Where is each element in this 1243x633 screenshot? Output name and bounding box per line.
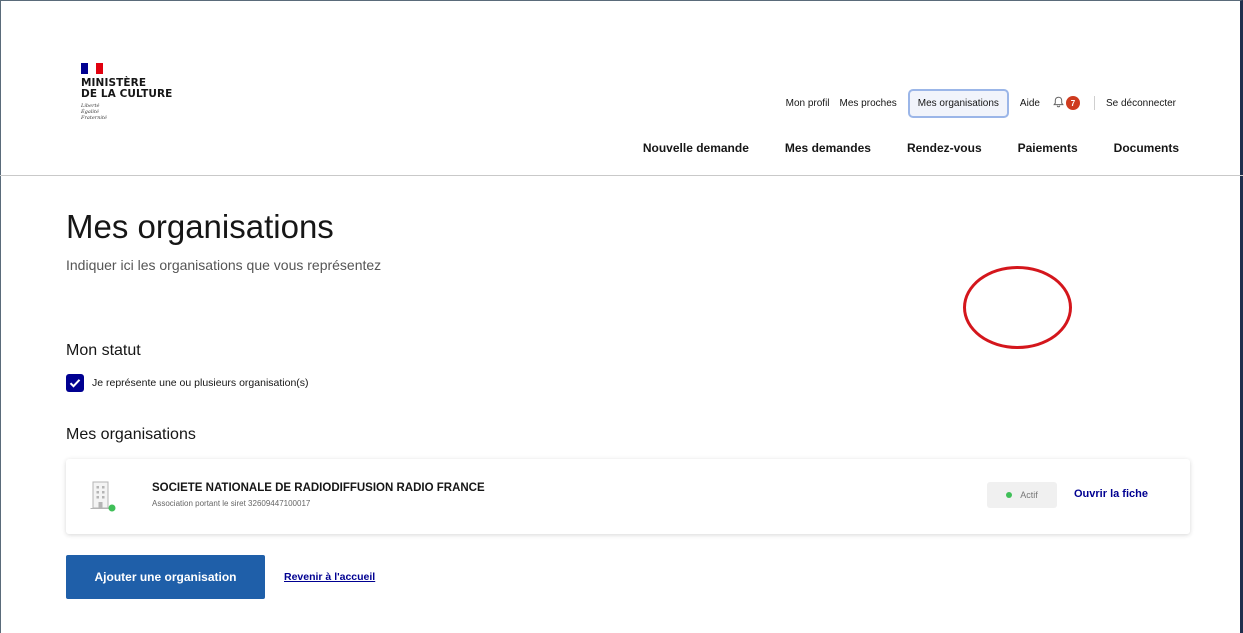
- add-organisation-button[interactable]: Ajouter une organisation: [66, 555, 265, 599]
- status-badge-label: Actif: [1020, 490, 1038, 500]
- top-navigation: Mon profil Mes proches Mes organisations…: [781, 88, 1181, 118]
- ministry-logo[interactable]: MINISTÈRE DE LA CULTURE Liberté Égalité …: [81, 63, 172, 121]
- active-status-dot-icon: [1006, 492, 1013, 498]
- represent-organisation-checkbox[interactable]: [66, 374, 84, 392]
- site-header: MINISTÈRE DE LA CULTURE Liberté Égalité …: [0, 0, 1243, 176]
- nav-documents[interactable]: Documents: [1114, 141, 1179, 155]
- back-to-home-link[interactable]: Revenir à l'accueil: [284, 571, 375, 583]
- nav-payments[interactable]: Paiements: [1018, 141, 1078, 155]
- nav-new-request[interactable]: Nouvelle demande: [643, 141, 749, 155]
- nav-separator: [1093, 96, 1095, 110]
- checkmark-icon: [69, 379, 81, 388]
- page-subtitle: Indiquer ici les organisations que vous …: [66, 257, 382, 273]
- notification-count-badge: 7: [1065, 96, 1080, 110]
- french-flag-icon: [81, 63, 103, 74]
- logo-line-2: DE LA CULTURE: [81, 88, 173, 100]
- nav-appointments[interactable]: Rendez-vous: [907, 141, 982, 155]
- nav-my-requests[interactable]: Mes demandes: [785, 141, 871, 155]
- nav-help[interactable]: Aide: [1015, 98, 1045, 109]
- nav-my-profile[interactable]: Mon profil: [781, 98, 835, 109]
- represent-organisation-label: Je représente une ou plusieurs organisat…: [92, 377, 309, 389]
- status-section-title: Mon statut: [66, 342, 141, 359]
- annotation-circle: [963, 266, 1072, 349]
- nav-my-organisations[interactable]: Mes organisations: [907, 88, 1009, 118]
- organisations-section-title: Mes organisations: [66, 426, 196, 443]
- page-title: Mes organisations: [66, 208, 334, 245]
- organisation-card: SOCIETE NATIONALE DE RADIODIFFUSION RADI…: [66, 459, 1190, 534]
- open-organisation-link[interactable]: Ouvrir la fiche: [1074, 488, 1148, 500]
- organisation-name: SOCIETE NATIONALE DE RADIODIFFUSION RADI…: [152, 482, 485, 494]
- status-badge: Actif: [987, 482, 1057, 508]
- nav-my-relatives[interactable]: Mes proches: [835, 98, 902, 109]
- building-icon: [90, 480, 116, 512]
- represent-organisation-checkbox-row[interactable]: Je représente une ou plusieurs organisat…: [66, 374, 309, 392]
- nav-logout[interactable]: Se déconnecter: [1101, 98, 1181, 109]
- motto-fraternite: Fraternité: [81, 115, 107, 121]
- organisation-description: Association portant le siret 32609447100…: [152, 499, 311, 508]
- main-navigation: Nouvelle demande Mes demandes Rendez-vou…: [643, 141, 1179, 155]
- bell-icon: [1053, 96, 1064, 111]
- notifications-button[interactable]: 7: [1045, 96, 1088, 111]
